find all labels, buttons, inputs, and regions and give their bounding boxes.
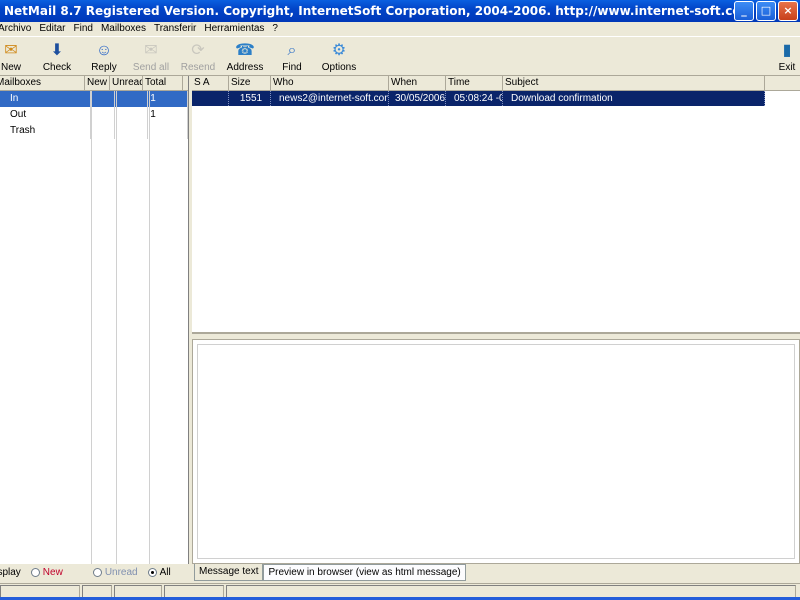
message-size: 1551 [229,91,271,106]
tab-message-text[interactable]: Message text [194,564,264,581]
check-label: Check [42,62,72,73]
new-label: New [0,62,21,73]
menu-mailboxes[interactable]: Mailboxes [97,22,150,36]
new-mail-icon: ✉ [4,42,18,59]
resend-label: Resend [180,62,216,73]
mailbox-total: 1 [148,91,189,107]
menu-transferir[interactable]: Transferir [150,22,200,36]
mailbox-unread [115,107,149,123]
new-button[interactable]: ✉ New [0,41,33,73]
menu-help[interactable]: ? [268,22,282,36]
col-size[interactable]: Size [229,76,271,90]
message-list-header: S A Size Who When Time Subject [192,76,800,91]
col-time[interactable]: Time [446,76,503,90]
minimize-button[interactable]: _ [734,1,754,21]
reply-icon: ☺ [95,42,113,59]
resend-button[interactable]: ⟳ Resend [176,41,220,73]
close-button[interactable]: × [778,1,798,21]
toolbar: ✉ New ⬇ Check ☺ Reply ✉ Send all ⟳ Resen… [0,36,800,76]
mailbox-column-lines [0,91,189,564]
reply-button[interactable]: ☺ Reply [82,41,126,73]
mailbox-col-new[interactable]: New [85,76,110,90]
mailbox-row-in[interactable]: In 1 [0,91,189,107]
window-title: NetMail 8.7 Registered Version. Copyrigh… [4,4,754,18]
gear-icon: ⚙ [331,42,347,59]
mailbox-col-unread[interactable]: Unread [110,76,143,90]
check-mail-icon: ⬇ [50,42,64,59]
exit-label: Exit [778,62,796,73]
col-who[interactable]: Who [271,76,389,90]
mailbox-unread [115,91,149,107]
message-subject: Download confirmation [503,91,765,106]
mailbox-unread [115,123,149,139]
col-sa[interactable]: S A [192,76,229,90]
col-when[interactable]: When [389,76,446,90]
send-all-button[interactable]: ✉ Send all [129,41,173,73]
message-sa [192,91,229,106]
resend-icon: ⟳ [191,42,205,59]
mailbox-new [90,91,116,107]
display-new-label[interactable]: New [43,567,63,578]
address-button[interactable]: ☎ Address [223,41,267,73]
options-button[interactable]: ⚙ Options [317,41,361,73]
reply-label: Reply [91,62,117,73]
message-view-tabs: Message text Preview in browser (view as… [194,564,466,581]
tab-preview-browser[interactable]: Preview in browser (view as html message… [263,564,466,581]
mailbox-name: Trash [0,123,91,139]
display-options: Display New Unread All [0,564,189,581]
exit-button[interactable]: ▮ Exit [765,41,800,73]
mailbox-header: Mailboxes New Unread Total [0,76,188,91]
menu-bar: Archivo Editar Find Mailboxes Transferir… [0,22,800,36]
menu-editar[interactable]: Editar [35,22,69,36]
send-all-label: Send all [132,62,170,73]
menu-herramientas[interactable]: Herramientas [200,22,268,36]
find-icon: ⌕ [287,42,297,59]
address-label: Address [226,62,264,73]
display-new-radio[interactable] [30,568,40,577]
mailbox-name: Out [0,107,91,123]
message-preview[interactable] [192,339,800,564]
menu-find[interactable]: Find [69,22,96,36]
display-label: Display [0,567,21,578]
menu-archivo[interactable]: Archivo [0,22,35,36]
mailbox-panel: Mailboxes New Unread Total In 1 Out 1 Tr… [0,76,189,564]
message-who: news2@internet-soft.com [271,91,389,106]
address-book-icon: ☎ [235,42,255,59]
message-list: S A Size Who When Time Subject 1551 news… [192,76,800,334]
col-subject[interactable]: Subject [503,76,765,90]
mailbox-new [91,123,116,139]
mailbox-col-name[interactable]: Mailboxes [0,76,85,90]
mailbox-new [91,107,116,123]
mailbox-row-trash[interactable]: Trash [0,123,189,139]
find-label: Find [282,62,302,73]
message-time: 05:08:24 -05 [446,91,503,106]
find-button[interactable]: ⌕ Find [270,41,314,73]
options-label: Options [321,62,357,73]
exit-door-icon: ▮ [782,42,792,59]
mailbox-total [148,123,189,139]
mailbox-col-total[interactable]: Total [143,76,183,90]
mailbox-name: In [0,91,91,107]
send-all-icon: ✉ [144,42,158,59]
display-all-radio[interactable] [147,568,157,577]
mailbox-total: 1 [148,107,189,123]
title-bar: NetMail 8.7 Registered Version. Copyrigh… [0,0,800,22]
check-button[interactable]: ⬇ Check [35,41,79,73]
message-row[interactable]: 1551 news2@internet-soft.com 30/05/2006 … [192,91,765,106]
display-all-label[interactable]: All [160,567,171,578]
mailbox-row-out[interactable]: Out 1 [0,107,189,123]
display-unread-radio[interactable] [92,568,102,577]
message-body[interactable] [197,344,795,559]
message-when: 30/05/2006 [389,91,446,106]
maximize-button[interactable]: □ [756,1,776,21]
display-unread-label[interactable]: Unread [105,567,138,578]
